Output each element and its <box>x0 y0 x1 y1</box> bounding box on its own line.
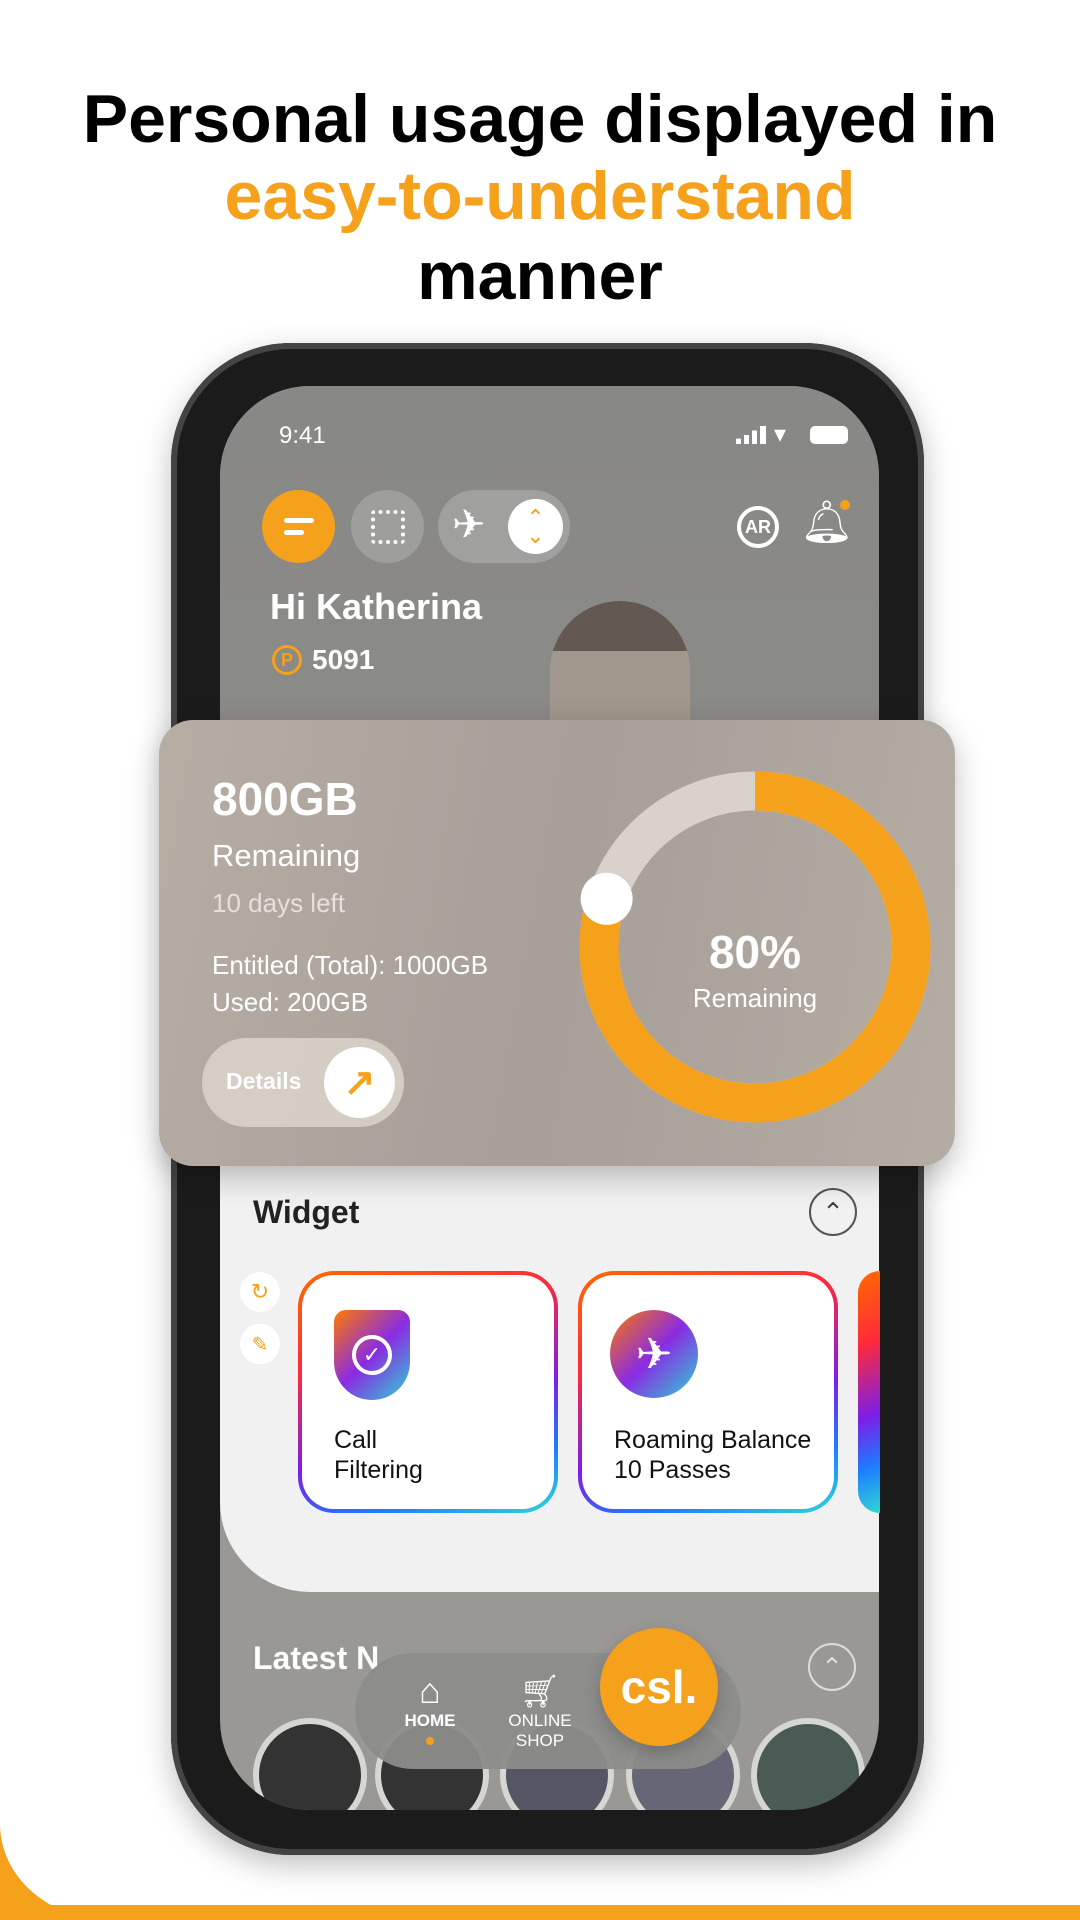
airplane-icon: ✈ <box>452 503 486 547</box>
widget-card-partial[interactable] <box>858 1271 880 1513</box>
details-button[interactable]: Details ↗ <box>202 1038 404 1127</box>
ar-button[interactable]: AR <box>737 506 779 548</box>
notification-dot <box>840 500 850 510</box>
nav-shop-label-2: SHOP <box>515 1731 565 1750</box>
refresh-button[interactable]: ↻ <box>240 1272 280 1312</box>
headline-line1: Personal usage displayed in <box>82 81 998 157</box>
headline-line2: easy-to-understand <box>224 158 856 234</box>
menu-icon <box>283 518 314 535</box>
nav-shop-label: ONLINE <box>508 1711 572 1730</box>
ar-label: AR <box>745 516 771 537</box>
used-amount: Used: 200GB <box>212 987 369 1017</box>
csl-logo-button[interactable]: csl. <box>600 1628 718 1746</box>
latest-news-title: Latest N <box>253 1640 380 1676</box>
entitled-total: Entitled (Total): 1000GB <box>212 950 489 980</box>
home-icon: ⌂ <box>419 1670 441 1711</box>
widget-card-call-filtering[interactable]: ✓ Call Filtering <box>298 1271 558 1513</box>
percent-label: Remaining <box>692 983 818 1013</box>
collapse-widget-button[interactable]: ⌃ <box>809 1188 857 1236</box>
days-left: 10 days left <box>212 888 345 918</box>
widget-title: Widget <box>253 1194 360 1230</box>
widget-label: Filtering <box>334 1456 423 1484</box>
widget-card-roaming-balance[interactable]: ✈ Roaming Balance 10 Passes <box>578 1271 838 1513</box>
usage-card: 800GB Remaining 10 days left Entitled (T… <box>159 720 955 1166</box>
nav-home[interactable]: ⌂ HOME <box>390 1671 470 1751</box>
donut-knob <box>580 872 633 925</box>
remaining-amount: 800GB <box>212 773 358 825</box>
cart-icon: 🛒︎ <box>519 1673 561 1709</box>
collapse-news-button[interactable]: ⌃ <box>808 1643 856 1691</box>
widget-label: 10 Passes <box>614 1456 731 1484</box>
active-indicator <box>426 1737 434 1745</box>
qr-button[interactable] <box>351 490 424 563</box>
globe-airplane-icon: ✈ <box>610 1310 698 1398</box>
edit-button[interactable]: ✎ <box>240 1324 280 1364</box>
greeting: Hi Katherina <box>270 586 483 627</box>
csl-logo: csl. <box>620 1661 698 1713</box>
headline-line3: manner <box>417 238 663 314</box>
points-value[interactable]: 5091 <box>312 644 374 676</box>
wifi-icon: ▾ <box>774 421 787 448</box>
nav-home-label: HOME <box>404 1711 456 1730</box>
nav-online-shop[interactable]: 🛒︎ ONLINE SHOP <box>490 1671 590 1751</box>
news-thumbnail[interactable] <box>751 1718 865 1810</box>
bottom-bar <box>0 1905 1080 1920</box>
points-icon: P <box>272 645 302 675</box>
roaming-toggle[interactable]: ✈ ⌃ ⌄ <box>438 490 570 563</box>
percent-value: 80% <box>708 926 802 978</box>
chevron-up-down-icon: ⌃ ⌄ <box>508 499 563 554</box>
battery-icon <box>810 426 848 444</box>
qr-code-icon <box>370 509 405 544</box>
arrow-up-right-icon: ↗ <box>324 1047 395 1118</box>
status-time: 9:41 <box>279 422 326 449</box>
widget-label: Roaming Balance <box>614 1426 812 1454</box>
details-label: Details <box>226 1068 302 1094</box>
widget-label: Call <box>334 1426 378 1454</box>
menu-button[interactable] <box>262 490 335 563</box>
remaining-label: Remaining <box>212 838 361 873</box>
news-thumbnail[interactable] <box>253 1718 367 1810</box>
shield-check-icon: ✓ <box>334 1310 410 1400</box>
corner-decoration <box>0 1812 120 1920</box>
